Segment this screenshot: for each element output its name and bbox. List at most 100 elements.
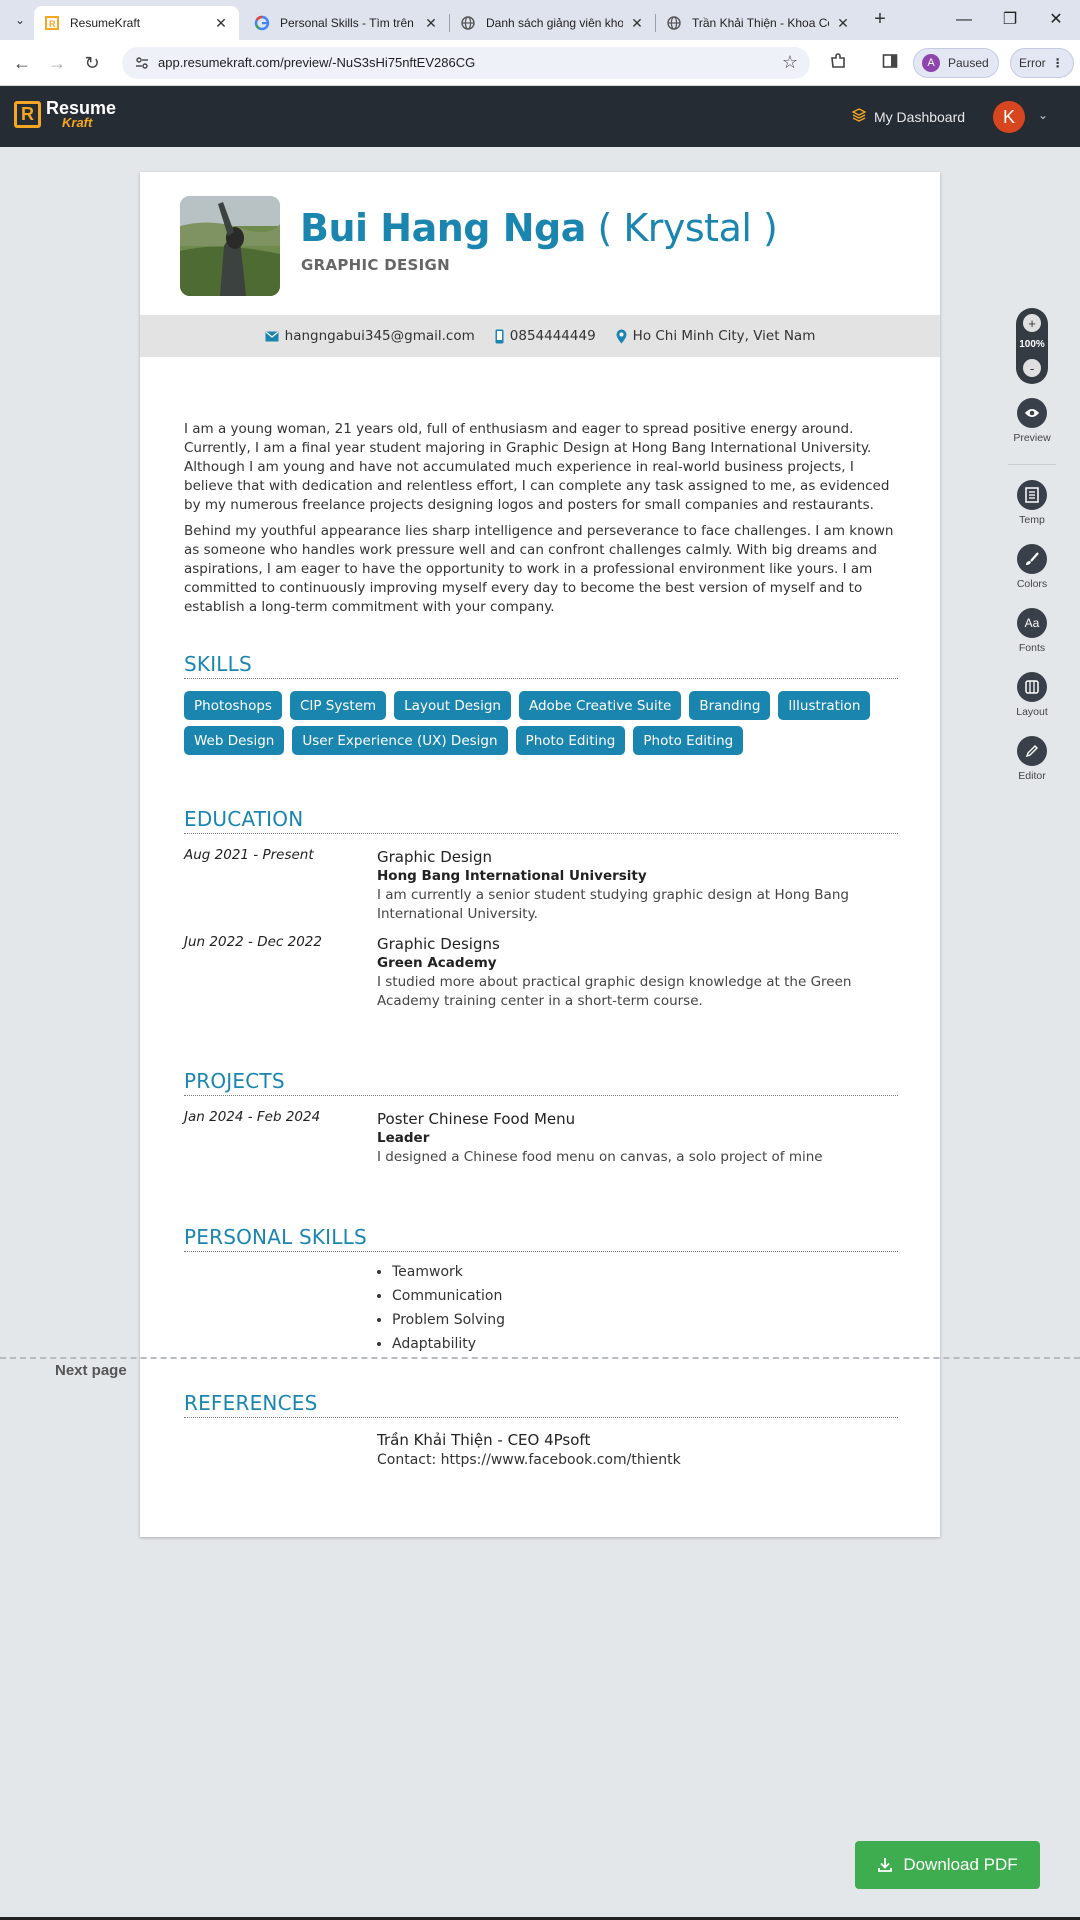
contact-email: hangngabui345@gmail.com (265, 328, 475, 344)
error-menu-button[interactable]: Error ⋮ (1010, 48, 1074, 78)
location-text: Ho Chi Minh City, Viet Nam (632, 328, 816, 344)
editor-tool[interactable]: Editor (1012, 736, 1052, 782)
side-panel-icon (882, 53, 898, 74)
colors-tool[interactable]: Colors (1012, 544, 1052, 590)
fonts-tool[interactable]: Aa Fonts (1012, 608, 1052, 654)
skill-chip: Web Design (184, 726, 285, 755)
resume-page: Bui Hang Nga ( Krystal ) GRAPHIC DESIGN … (140, 172, 940, 1537)
tab-tran-khai-thien[interactable]: Trần Khải Thiện - Khoa Công ✕ (656, 6, 861, 40)
entry-title: Poster Chinese Food Menu (377, 1110, 576, 1128)
tool-divider (1008, 464, 1056, 465)
resumekraft-favicon-icon: R (44, 15, 60, 31)
next-page-label: Next page (55, 1362, 127, 1379)
layout-icon (1017, 672, 1047, 702)
summary-section: I am a young woman, 21 years old, full o… (184, 420, 896, 624)
tool-label: Temp (1019, 514, 1045, 526)
entry-description: I designed a Chinese food menu on canvas… (377, 1149, 823, 1165)
entry-date: Aug 2021 - Present (184, 847, 314, 863)
tool-label: Colors (1016, 578, 1048, 590)
globe-icon (666, 15, 682, 31)
reload-button[interactable]: ↻ (78, 49, 106, 77)
list-item: Adaptability (392, 1334, 505, 1358)
profile-photo (180, 196, 280, 296)
site-settings-icon[interactable] (134, 55, 150, 71)
zoom-out-button[interactable]: - (1023, 359, 1041, 377)
entry-date: Jun 2022 - Dec 2022 (184, 934, 322, 950)
close-tab-icon[interactable]: ✕ (213, 15, 229, 32)
close-window-button[interactable]: ✕ (1036, 6, 1076, 34)
preview-tool[interactable]: Preview (1012, 398, 1052, 444)
dashboard-label: My Dashboard (874, 108, 966, 125)
user-avatar[interactable]: K (993, 101, 1025, 133)
tab-title: Trần Khải Thiện - Khoa Công (692, 16, 829, 30)
address-bar[interactable]: app.resumekraft.com/preview/-NuS3sHi75nf… (122, 47, 810, 79)
restore-button[interactable]: ❐ (990, 6, 1030, 34)
entry-subtitle: Hong Bang International University (377, 868, 647, 884)
tool-label: Editor (1018, 770, 1046, 782)
tab-resumekraft[interactable]: R ResumeKraft ✕ (34, 6, 239, 40)
app-header: R Resume Kraft My Dashboard K ⌄ (0, 86, 1080, 147)
personal-skills-heading: PERSONAL SKILLS (184, 1225, 898, 1252)
skills-heading: SKILLS (184, 652, 898, 679)
summary-paragraph: I am a young woman, 21 years old, full o… (184, 421, 890, 513)
skill-chip: Photo Editing (515, 726, 626, 755)
profile-status-label: Paused (948, 56, 989, 70)
skill-chip: Adobe Creative Suite (518, 691, 682, 720)
minimize-button[interactable]: — (944, 6, 984, 34)
candidate-role: GRAPHIC DESIGN (301, 256, 450, 274)
summary-paragraph: Behind my youthful appearance lies sharp… (184, 523, 894, 615)
layers-icon (851, 108, 867, 125)
list-item: Communication (392, 1286, 505, 1310)
new-tab-button[interactable]: + (866, 8, 894, 32)
download-label: Download PDF (903, 1855, 1018, 1874)
entry-subtitle: Green Academy (377, 955, 497, 971)
candidate-first-name: Bui Hang Nga (300, 206, 586, 250)
tab-search-button[interactable]: ⌄ (6, 8, 34, 32)
url-text[interactable]: app.resumekraft.com/preview/-NuS3sHi75nf… (158, 55, 475, 70)
template-tool[interactable]: Temp (1012, 480, 1052, 526)
logo-word-resume: Resume (46, 98, 117, 118)
back-button[interactable]: ← (8, 49, 36, 77)
skill-chip: Layout Design (394, 691, 511, 720)
chevron-down-icon[interactable]: ⌄ (1038, 108, 1048, 122)
eye-icon (1017, 398, 1047, 428)
bookmark-star-icon[interactable]: ☆ (782, 52, 798, 73)
close-tab-icon[interactable]: ✕ (629, 15, 645, 32)
education-entry: Aug 2021 - Present Graphic Design Hong B… (184, 847, 898, 927)
download-pdf-button[interactable]: Download PDF (855, 1841, 1040, 1889)
resumekraft-logo[interactable]: R Resume Kraft (14, 98, 117, 129)
skill-chip: Branding (689, 691, 771, 720)
tab-lecturer-list[interactable]: Danh sách giảng viên khoa ✕ (450, 6, 655, 40)
tab-personal-skills[interactable]: Personal Skills - Tìm trên Google ✕ (244, 6, 449, 40)
skills-list: Photoshops CIP System Layout Design Adob… (184, 691, 904, 761)
close-tab-icon[interactable]: ✕ (423, 15, 439, 32)
browser-tab-bar: ⌄ R ResumeKraft ✕ Personal Skills - Tìm … (0, 0, 1080, 40)
browser-toolbar: ← → ↻ app.resumekraft.com/preview/-NuS3s… (0, 40, 1080, 86)
side-panel-button[interactable] (876, 49, 904, 77)
education-entry: Jun 2022 - Dec 2022 Graphic Designs Gree… (184, 934, 898, 1014)
phone-text: 0854444449 (509, 328, 596, 344)
pencil-icon (1017, 736, 1047, 766)
education-heading: EDUCATION (184, 807, 898, 834)
fonts-icon: Aa (1017, 608, 1047, 638)
reference-contact: Contact: https://www.facebook.com/thient… (377, 1452, 681, 1468)
my-dashboard-link[interactable]: My Dashboard (851, 108, 966, 125)
close-tab-icon[interactable]: ✕ (835, 15, 851, 32)
tab-title: Personal Skills - Tìm trên Google (280, 16, 417, 30)
globe-icon (460, 15, 476, 31)
extensions-button[interactable] (824, 49, 852, 77)
puzzle-icon (829, 52, 847, 75)
candidate-name: Bui Hang Nga ( Krystal ) (300, 206, 778, 250)
zoom-in-button[interactable]: + (1023, 314, 1041, 332)
list-item: Teamwork (392, 1262, 505, 1286)
contact-location: Ho Chi Minh City, Viet Nam (616, 328, 816, 344)
profile-button[interactable]: A Paused (913, 48, 999, 78)
tool-label: Fonts (1018, 642, 1046, 654)
projects-heading: PROJECTS (184, 1069, 898, 1096)
reload-icon: ↻ (84, 52, 100, 73)
forward-button[interactable]: → (43, 49, 71, 77)
phone-icon (495, 329, 504, 344)
email-text: hangngabui345@gmail.com (284, 328, 475, 344)
download-icon (877, 1857, 893, 1873)
layout-tool[interactable]: Layout (1012, 672, 1052, 718)
